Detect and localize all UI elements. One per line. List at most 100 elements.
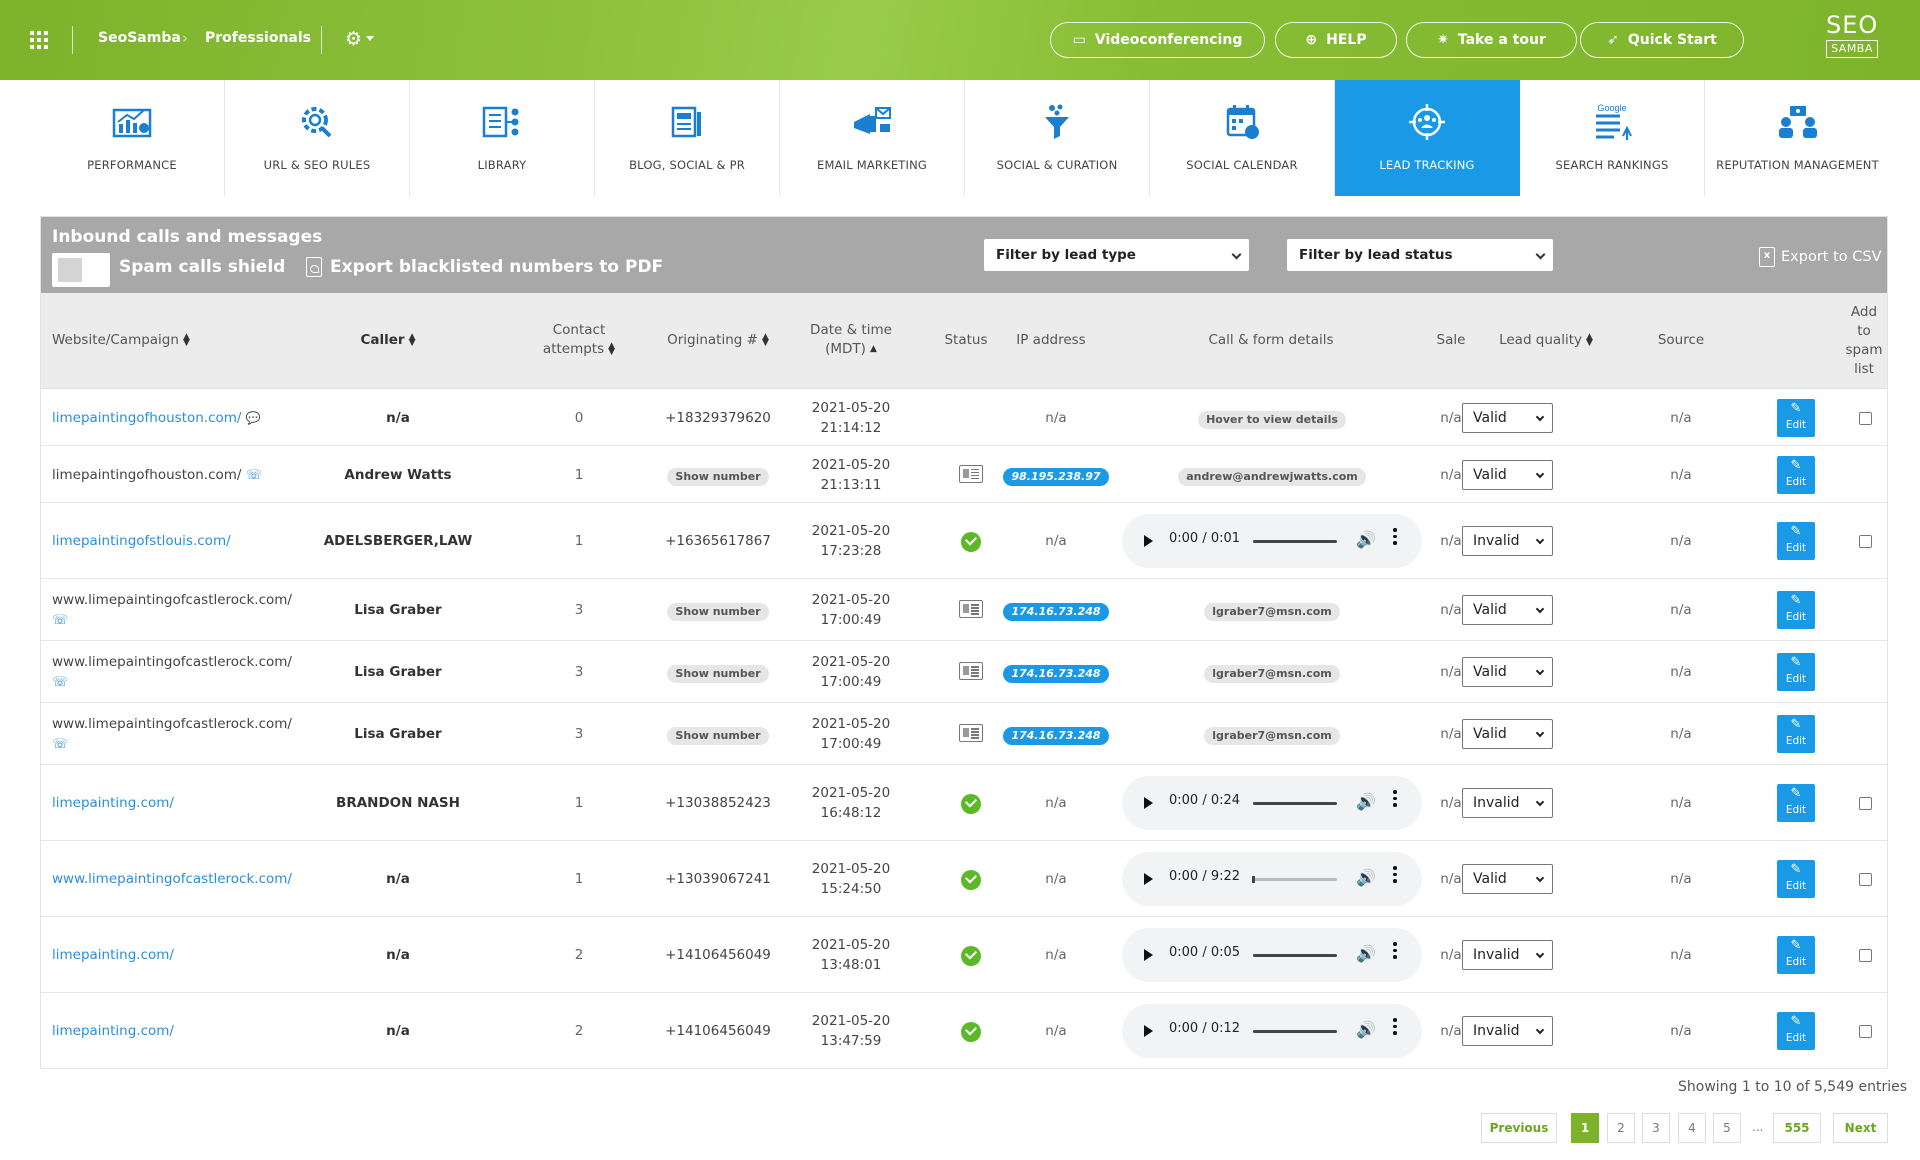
module-reputation-management[interactable]: REPUTATION MANAGEMENT [1705,80,1890,196]
ip-address-badge[interactable]: 174.16.73.248 [1003,665,1109,683]
pagination-next[interactable]: Next [1833,1113,1888,1143]
edit-button[interactable]: ✎ Edit [1777,522,1815,560]
add-to-spam-checkbox[interactable] [1859,797,1872,810]
breadcrumb-professionals[interactable]: Professionals [205,30,311,46]
add-to-spam-checkbox[interactable] [1859,1025,1872,1038]
seek-slider[interactable] [1253,1030,1337,1033]
show-number-button[interactable]: Show number [667,603,769,621]
lead-quality-select[interactable]: Valid [1462,864,1553,894]
lead-quality-select[interactable]: Invalid [1462,788,1553,818]
col-date-time[interactable]: Date & time (MDT) ▲ [791,321,911,359]
play-icon[interactable] [1144,873,1153,885]
videoconferencing-button[interactable]: ▭ Videoconferencing [1050,22,1265,58]
seek-slider[interactable] [1253,954,1337,957]
help-button[interactable]: ⊕ HELP [1275,22,1397,58]
details-tag[interactable]: Hover to view details [1198,410,1346,429]
volume-icon[interactable]: 🔊 [1356,530,1376,549]
play-icon[interactable] [1144,797,1153,809]
add-to-spam-checkbox[interactable] [1859,949,1872,962]
ip-address-badge[interactable]: 174.16.73.248 [1003,603,1109,621]
edit-button[interactable]: ✎ Edit [1777,653,1815,691]
apps-grid-icon[interactable] [30,31,48,49]
volume-icon[interactable]: 🔊 [1356,944,1376,963]
volume-icon[interactable]: 🔊 [1356,1020,1376,1039]
col-lead-quality[interactable]: Lead quality ▲ ▼ [1491,331,1601,350]
lead-quality-select[interactable]: Valid [1462,657,1553,687]
edit-button[interactable]: ✎ Edit [1777,784,1815,822]
breadcrumb-seosamba[interactable]: SeoSamba [98,30,181,46]
lead-quality-select[interactable]: Invalid [1462,526,1553,556]
lead-quality-select[interactable]: Valid [1462,459,1553,490]
seek-slider[interactable] [1253,540,1337,543]
website-cell[interactable]: limepaintingofstlouis.com/ [52,531,322,551]
website-text[interactable]: limepainting.com/ [52,795,174,811]
take-a-tour-button[interactable]: ✷ Take a tour [1406,22,1577,58]
website-cell[interactable]: www.limepaintingofcastlerock.com/ [52,869,322,889]
seek-slider[interactable] [1253,802,1337,805]
website-text[interactable]: limepaintingofhouston.com/ [52,410,241,426]
lead-quality-select[interactable]: Invalid [1462,1016,1553,1046]
volume-icon[interactable]: 🔊 [1356,792,1376,811]
website-cell[interactable]: limepainting.com/ [52,945,322,965]
play-icon[interactable] [1144,1025,1153,1037]
lead-quality-select[interactable]: Invalid [1462,940,1553,970]
pagination-page-3[interactable]: 3 [1642,1113,1670,1143]
edit-button[interactable]: ✎ Edit [1777,1012,1815,1050]
quick-start-button[interactable]: ➶ Quick Start [1580,22,1744,58]
module-performance[interactable]: PERFORMANCE [40,80,225,196]
module-social-curation[interactable]: SOCIAL & CURATION [965,80,1150,196]
module-lead-tracking[interactable]: LEAD TRACKING [1335,80,1520,196]
details-tag[interactable]: lgraber7@msn.com [1204,727,1340,745]
module-email-marketing[interactable]: EMAIL MARKETING [780,80,965,196]
more-options-icon[interactable] [1393,1018,1397,1038]
pagination-previous[interactable]: Previous [1481,1113,1557,1143]
play-icon[interactable] [1144,949,1153,961]
call-recording-player[interactable]: 0:00 / 0:01 🔊 [1122,514,1422,568]
details-tag[interactable]: lgraber7@msn.com [1204,603,1340,621]
caret-down-icon[interactable] [366,36,374,41]
details-tag[interactable]: andrew@andrewjwatts.com [1178,467,1366,486]
details-tag[interactable]: lgraber7@msn.com [1204,665,1340,683]
more-options-icon[interactable] [1393,866,1397,886]
website-text[interactable]: www.limepaintingofcastlerock.com/ [52,871,292,887]
play-icon[interactable] [1144,535,1153,547]
spam-shield-toggle[interactable] [52,253,110,287]
ip-address-badge[interactable]: 98.195.238.97 [1003,467,1109,486]
edit-button[interactable]: ✎ Edit [1777,860,1815,898]
seosamba-logo[interactable]: SEO SAMBA [1826,12,1878,66]
more-options-icon[interactable] [1393,942,1397,962]
pagination-page-1[interactable]: 1 [1571,1113,1599,1143]
website-cell[interactable]: limepainting.com/ [52,1021,322,1041]
call-recording-player[interactable]: 0:00 / 0:05 🔊 [1122,928,1422,982]
lead-quality-select[interactable]: Valid [1462,402,1553,433]
more-options-icon[interactable] [1393,790,1397,810]
pagination-page-5[interactable]: 5 [1713,1113,1741,1143]
lead-status-filter-select[interactable]: Filter by lead status [1287,239,1553,271]
ip-address-badge[interactable]: 174.16.73.248 [1003,727,1109,745]
export-csv-link[interactable]: x Export to CSV [1759,247,1882,267]
edit-button[interactable]: ✎ Edit [1777,591,1815,629]
module-blog-social-pr[interactable]: BLOG, SOCIAL & PR [595,80,780,196]
volume-icon[interactable]: 🔊 [1356,868,1376,887]
col-contact-attempts[interactable]: Contact attempts ▲ ▼ [519,321,639,359]
website-text[interactable]: limepaintingofstlouis.com/ [52,533,231,549]
pagination-page-4[interactable]: 4 [1678,1113,1706,1143]
module-search-rankings[interactable]: Google SEARCH RANKINGS [1520,80,1705,196]
gear-icon[interactable]: ⚙ [345,28,362,50]
edit-button[interactable]: ✎ Edit [1777,455,1815,494]
show-number-button[interactable]: Show number [667,727,769,745]
call-recording-player[interactable]: 0:00 / 9:22 🔊 [1122,852,1422,906]
lead-quality-select[interactable]: Valid [1462,719,1553,749]
pagination-page-last[interactable]: 555 [1773,1113,1821,1143]
call-recording-player[interactable]: 0:00 / 0:24 🔊 [1122,776,1422,830]
edit-button[interactable]: ✎ Edit [1777,398,1815,437]
show-number-button[interactable]: Show number [667,467,769,486]
website-cell[interactable]: limepaintingofhouston.com/ 💬 [52,408,322,428]
module-library[interactable]: LIBRARY [410,80,595,196]
col-website[interactable]: Website/Campaign ▲ ▼ [52,331,190,350]
website-text[interactable]: limepainting.com/ [52,947,174,963]
more-options-icon[interactable] [1393,528,1397,548]
pagination-page-2[interactable]: 2 [1607,1113,1635,1143]
edit-button[interactable]: ✎ Edit [1777,715,1815,753]
module-social-calendar[interactable]: SOCIAL CALENDAR [1150,80,1335,196]
